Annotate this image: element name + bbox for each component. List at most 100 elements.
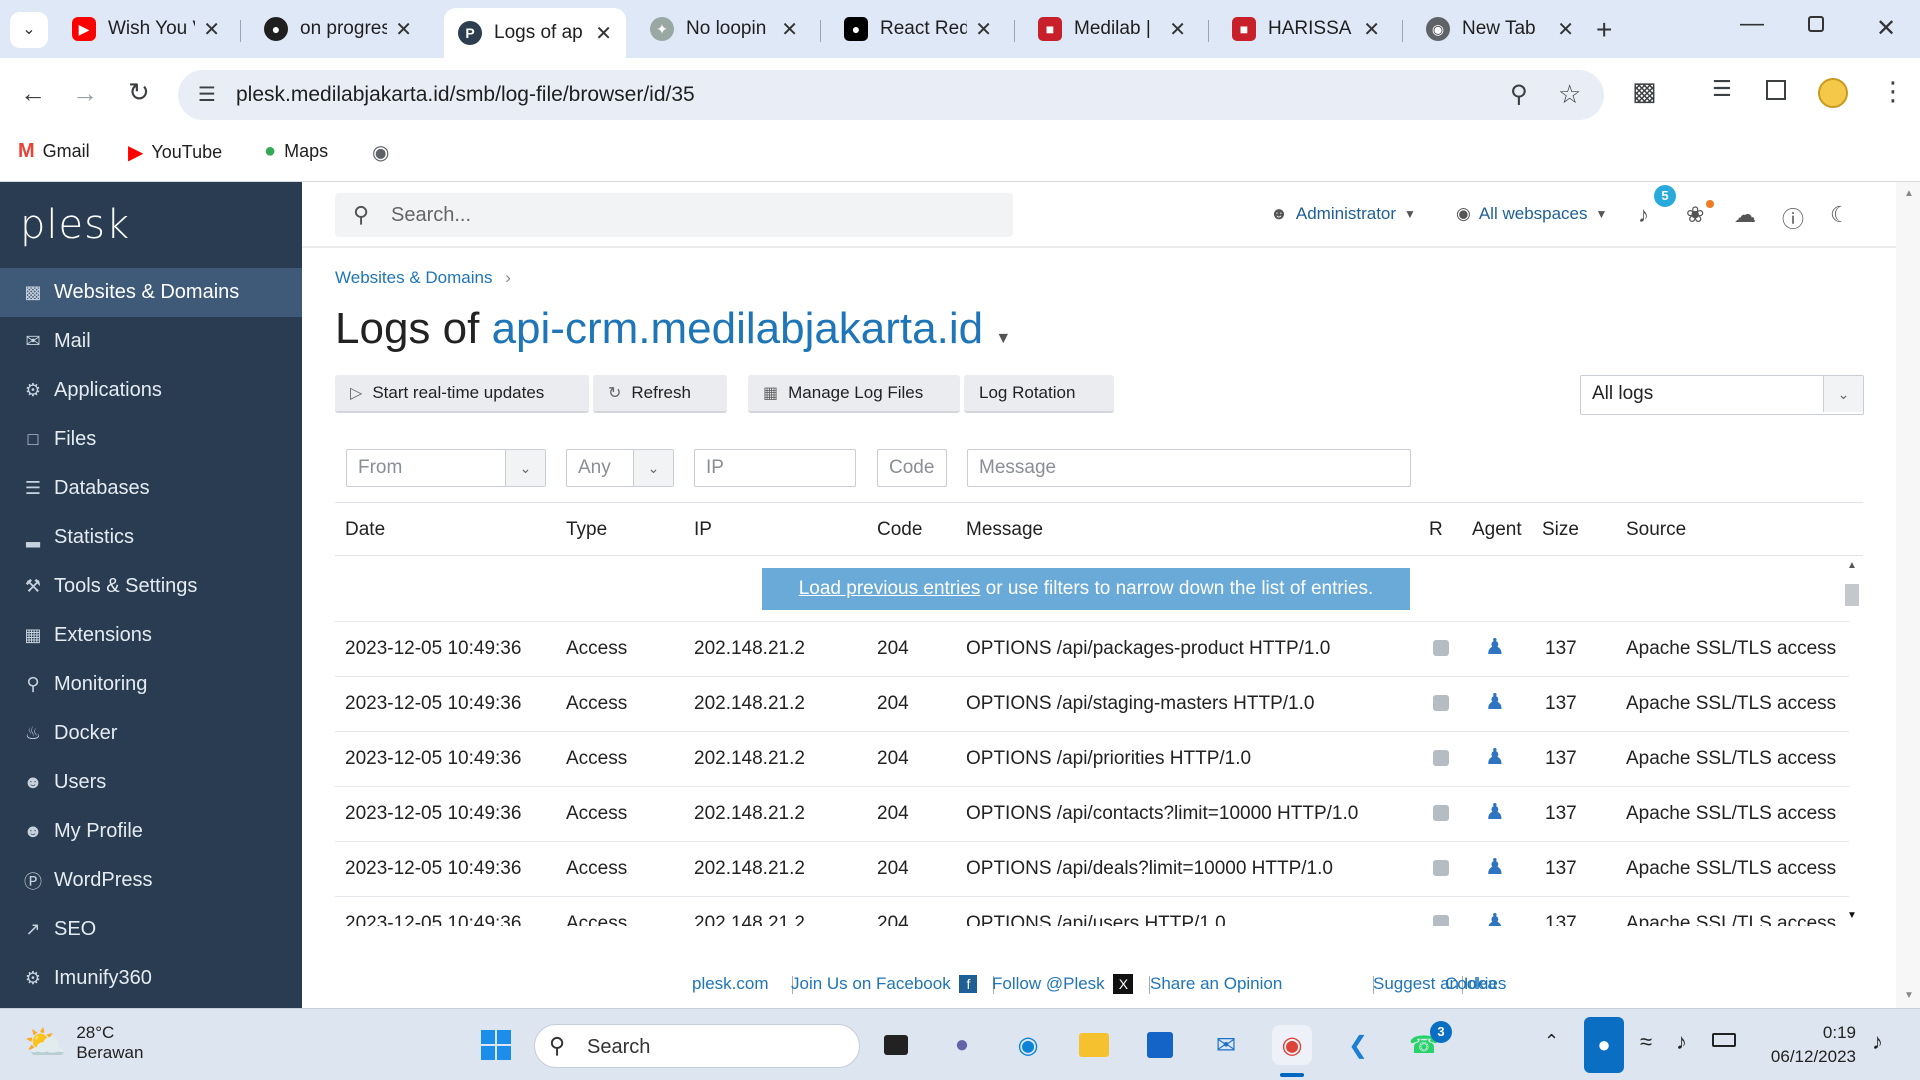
col-code[interactable]: Code bbox=[877, 519, 922, 541]
close-tab-icon[interactable]: ✕ bbox=[1169, 17, 1186, 42]
zoom-icon[interactable]: ⚲ bbox=[1510, 80, 1528, 109]
tab-github[interactable]: ● on progres ✕ bbox=[250, 8, 426, 50]
scroll-down-icon[interactable]: ▼ bbox=[1847, 910, 1857, 921]
sidebar-item-databases[interactable]: ☰ Databases bbox=[0, 464, 302, 513]
table-row[interactable]: 2023-12-05 10:49:36 Access 202.148.21.2 … bbox=[335, 621, 1849, 676]
close-tab-icon[interactable]: ✕ bbox=[203, 17, 220, 42]
sidebar-item-websites-domains[interactable]: ▩ Websites & Domains bbox=[0, 268, 302, 317]
windows-start-icon[interactable] bbox=[476, 1025, 516, 1065]
chevron-down-icon[interactable]: ▼ bbox=[995, 330, 1011, 347]
menu-dots-icon[interactable]: ⋮ bbox=[1880, 78, 1906, 104]
back-icon[interactable]: ← bbox=[20, 80, 46, 106]
load-previous-link[interactable]: Load previous entries bbox=[799, 578, 981, 599]
address-bar[interactable]: ☰ plesk.medilabjakarta.id/smb/log-file/b… bbox=[178, 70, 1604, 120]
footer-link-facebook[interactable]: Join Us on Facebook f bbox=[791, 974, 978, 994]
extensions-puzzle-icon[interactable]: ▩ bbox=[1632, 78, 1657, 104]
sidebar-item-wordpress[interactable]: Ⓟ WordPress bbox=[0, 856, 302, 905]
close-tab-icon[interactable]: ✕ bbox=[1363, 17, 1380, 42]
volume-icon[interactable]: ♪ bbox=[1676, 1029, 1687, 1055]
manage-log-files-button[interactable]: ▦ Manage Log Files bbox=[748, 375, 960, 413]
profile-avatar[interactable] bbox=[1818, 78, 1848, 108]
scroll-thumb[interactable] bbox=[1845, 584, 1859, 606]
file-explorer-icon[interactable] bbox=[1074, 1025, 1114, 1065]
col-type[interactable]: Type bbox=[566, 519, 607, 541]
notifications-icon[interactable]: ♪ bbox=[1638, 202, 1649, 228]
close-window-icon[interactable]: ✕ bbox=[1876, 14, 1896, 43]
domain-link[interactable]: api-crm.medilabjakarta.id bbox=[492, 304, 984, 353]
sidebar-item-imunify360[interactable]: ⚙ Imunify360 bbox=[0, 954, 302, 1003]
scroll-up-icon[interactable]: ▲ bbox=[1847, 560, 1857, 571]
tab-harissa[interactable]: ■ HARISSA ✕ bbox=[1218, 8, 1394, 50]
sidebar-item-tools-settings[interactable]: ⚒ Tools & Settings bbox=[0, 562, 302, 611]
resolve-icon[interactable] bbox=[1433, 750, 1449, 766]
chrome-icon[interactable]: ◉ bbox=[1272, 1025, 1312, 1065]
agent-icon[interactable]: ♟ bbox=[1485, 689, 1505, 715]
notification-bell-icon[interactable]: ♪ bbox=[1872, 1029, 1883, 1055]
close-tab-icon[interactable]: ✕ bbox=[781, 17, 798, 42]
bookmark-globe[interactable]: ◉ bbox=[372, 140, 397, 165]
col-size[interactable]: Size bbox=[1542, 519, 1579, 541]
restore-icon[interactable] bbox=[1808, 16, 1824, 32]
sidebar-item-files[interactable]: □ Files bbox=[0, 415, 302, 464]
help-icon[interactable]: ⓘ bbox=[1782, 202, 1804, 234]
col-message[interactable]: Message bbox=[966, 519, 1043, 541]
forward-icon[interactable]: → bbox=[72, 80, 98, 106]
tab-new-tab[interactable]: ◉ New Tab ✕ bbox=[1412, 8, 1588, 50]
agent-icon[interactable]: ♟ bbox=[1485, 854, 1505, 880]
cloud-icon[interactable]: ☁ bbox=[1734, 202, 1756, 228]
refresh-button[interactable]: ↻ Refresh bbox=[593, 375, 727, 413]
taskbar-search[interactable]: ⚲ Search bbox=[534, 1024, 860, 1068]
bookmark-youtube[interactable]: ▶ YouTube bbox=[128, 140, 222, 165]
resolve-icon[interactable] bbox=[1433, 695, 1449, 711]
resolve-icon[interactable] bbox=[1433, 860, 1449, 876]
sidebar-item-users[interactable]: ☻ Users bbox=[0, 758, 302, 807]
agent-icon[interactable]: ♟ bbox=[1485, 744, 1505, 770]
search-input[interactable]: ⚲ Search... bbox=[335, 193, 1013, 237]
col-ip[interactable]: IP bbox=[694, 519, 712, 541]
footer-link-opinion[interactable]: Share an Opinion bbox=[1150, 974, 1282, 994]
reload-icon[interactable]: ↻ bbox=[128, 79, 150, 105]
close-tab-icon[interactable]: ✕ bbox=[395, 17, 412, 42]
breadcrumb[interactable]: Websites & Domains › bbox=[335, 268, 511, 288]
code-filter[interactable]: Code bbox=[877, 449, 947, 487]
start-realtime-button[interactable]: ▷ Start real-time updates bbox=[335, 375, 589, 413]
resolve-icon[interactable] bbox=[1433, 640, 1449, 656]
microsoft-store-icon[interactable] bbox=[1140, 1025, 1180, 1065]
from-filter[interactable]: From ⌄ bbox=[346, 449, 546, 487]
col-agent[interactable]: Agent bbox=[1472, 519, 1522, 541]
side-panel-icon[interactable] bbox=[1766, 80, 1786, 100]
resolve-icon[interactable] bbox=[1433, 915, 1449, 926]
vscode-icon[interactable]: ❮ bbox=[1338, 1025, 1378, 1065]
task-view-icon[interactable] bbox=[876, 1025, 916, 1065]
table-row[interactable]: 2023-12-05 10:49:36 Access 202.148.21.2 … bbox=[335, 896, 1849, 926]
agent-icon[interactable]: ♟ bbox=[1485, 799, 1505, 825]
battery-icon[interactable] bbox=[1712, 1033, 1736, 1047]
logs-select[interactable]: All logs ⌄ bbox=[1580, 375, 1864, 415]
table-row[interactable]: 2023-12-05 10:49:36 Access 202.148.21.2 … bbox=[335, 731, 1849, 786]
footer-link-cookies[interactable]: Cookies bbox=[1445, 974, 1506, 994]
tab-medium[interactable]: ● React Red ✕ bbox=[830, 8, 1006, 50]
sidebar-item-monitoring[interactable]: ⚲ Monitoring bbox=[0, 660, 302, 709]
sidebar-item-applications[interactable]: ⚙ Applications bbox=[0, 366, 302, 415]
footer-link-plesk[interactable]: plesk.com bbox=[692, 974, 769, 994]
plesk-logo[interactable]: plesk bbox=[20, 202, 130, 248]
tab-search-button[interactable]: ⌄ bbox=[10, 12, 48, 48]
teams-chat-icon[interactable]: ● bbox=[942, 1025, 982, 1065]
url-text[interactable]: plesk.medilabjakarta.id/smb/log-file/bro… bbox=[236, 83, 695, 107]
tab-medilab[interactable]: ■ Medilab | ✕ bbox=[1024, 8, 1200, 50]
ip-filter[interactable]: IP bbox=[694, 449, 856, 487]
scroll-down-icon[interactable]: ▼ bbox=[1904, 990, 1914, 1001]
bookmark-gmail[interactable]: M Gmail bbox=[18, 140, 90, 163]
dark-mode-icon[interactable]: ☾ bbox=[1830, 202, 1850, 228]
sidebar-item-mail[interactable]: ✉ Mail bbox=[0, 317, 302, 366]
sidebar-item-seo[interactable]: ↗ SEO bbox=[0, 905, 302, 954]
table-scrollbar[interactable]: ▲ ▼ bbox=[1841, 558, 1863, 926]
media-control-icon[interactable]: ☰ bbox=[1712, 78, 1732, 100]
log-rotation-button[interactable]: Log Rotation bbox=[964, 375, 1114, 413]
new-tab-button[interactable]: + bbox=[1596, 14, 1612, 46]
close-tab-icon[interactable]: ✕ bbox=[975, 17, 992, 42]
col-source[interactable]: Source bbox=[1626, 519, 1686, 541]
tab-plesk-logs[interactable]: P Logs of ap ✕ bbox=[444, 8, 626, 58]
webspaces-menu[interactable]: ◉ All webspaces ▼ bbox=[1456, 204, 1607, 224]
bookmark-star-icon[interactable]: ☆ bbox=[1558, 79, 1581, 110]
